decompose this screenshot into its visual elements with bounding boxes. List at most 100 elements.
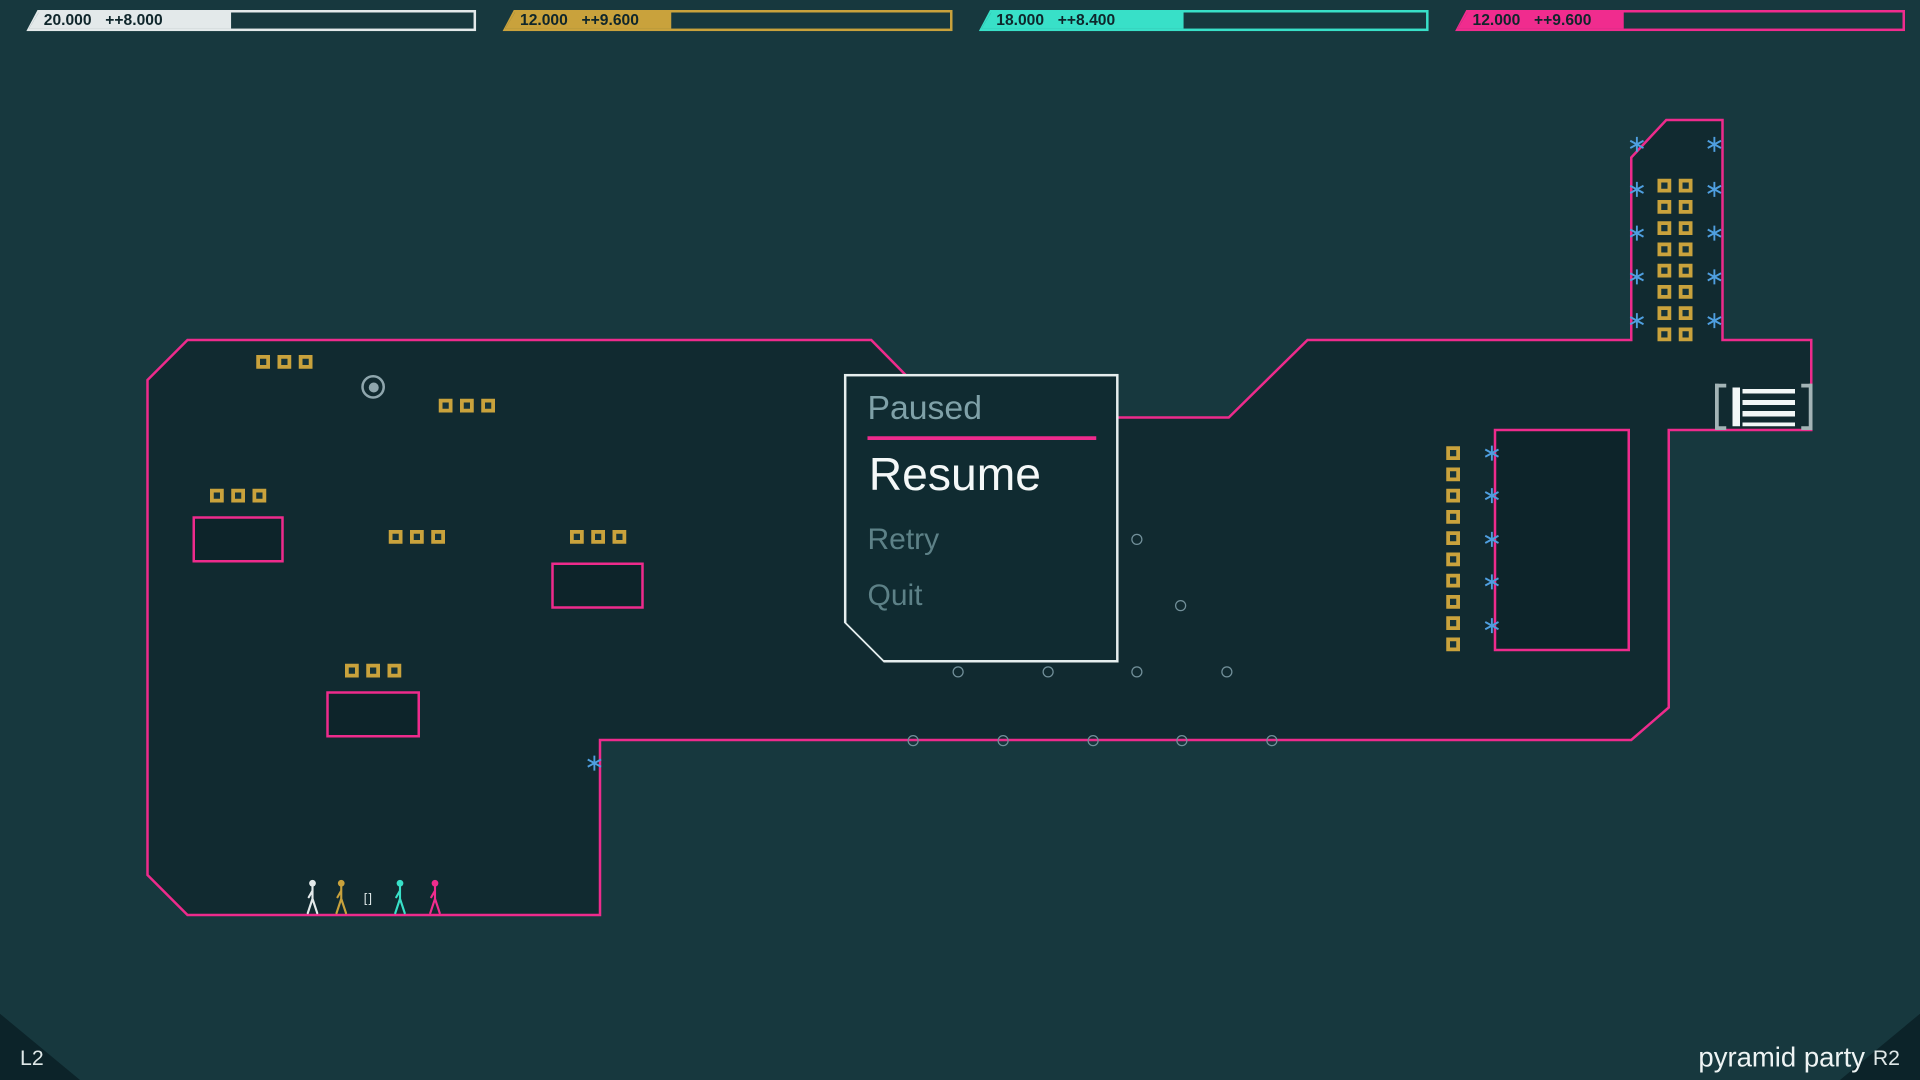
door-stripes — [1742, 388, 1795, 427]
hud-bar-text: 12.000 ++9.600 — [520, 10, 639, 31]
game-stage: [] 20.000 ++8.000 12.000 ++9.600 18.000 ++8.4… — [0, 0, 1920, 1080]
gold-piece — [1657, 285, 1672, 299]
hud-bar-player-4: 12.000 ++9.600 — [1455, 10, 1905, 32]
gold-piece — [591, 530, 605, 544]
mine — [1266, 735, 1278, 747]
drone-icon — [1706, 181, 1722, 197]
mine — [997, 735, 1009, 747]
gold-piece — [612, 530, 627, 544]
gold-piece — [1678, 263, 1693, 278]
pause-menu-panel: Paused Resume Retry Quit — [846, 376, 1116, 660]
hud-bar-text: 20.000 ++8.000 — [44, 10, 163, 31]
gold-piece — [1657, 263, 1672, 278]
door-bracket-right — [1801, 383, 1813, 430]
gold-piece — [298, 355, 313, 369]
gold-piece — [231, 488, 245, 503]
gold-piece — [1657, 221, 1672, 235]
gold-piece — [431, 530, 445, 544]
hud-bonus-value: ++8.000 — [105, 11, 163, 29]
gold-piece — [481, 398, 495, 413]
player-figure-3 — [391, 878, 409, 916]
drone-icon — [1484, 531, 1500, 547]
gold-piece — [210, 488, 224, 503]
hud-bar-player-2: 12.000 ++9.600 — [502, 10, 953, 32]
mine — [952, 666, 964, 678]
gold-piece — [1446, 510, 1460, 524]
mine — [1175, 600, 1187, 612]
player-figure-1 — [304, 878, 322, 916]
drone-icon — [1484, 618, 1500, 634]
gold-piece — [1678, 306, 1693, 320]
mine — [1131, 666, 1143, 678]
gold-piece — [1446, 637, 1460, 652]
hud-score-value: 20.000 — [43, 11, 92, 29]
hud-score-value: 18.000 — [996, 11, 1045, 29]
hud-bonus-value: ++9.600 — [581, 11, 639, 29]
gold-piece — [256, 355, 270, 369]
drone-icon — [1484, 445, 1500, 461]
drone-icon — [1484, 574, 1500, 590]
hud-bar-player-3: 18.000 ++8.400 — [978, 10, 1429, 32]
drone-icon — [586, 755, 602, 771]
menu-item-quit[interactable]: Quit — [868, 579, 1117, 614]
drone-icon — [1629, 225, 1645, 241]
mine — [1221, 666, 1233, 678]
gold-piece — [438, 398, 453, 413]
hud-bonus-value: ++8.400 — [1057, 11, 1116, 29]
player-figure-2 — [333, 878, 351, 916]
door-panel — [1732, 387, 1740, 427]
gold-piece — [1657, 242, 1672, 257]
gold-piece — [1446, 552, 1460, 567]
drone-icon — [1629, 136, 1645, 152]
door-bracket-left — [1715, 383, 1727, 430]
gold-piece — [1446, 488, 1460, 503]
left-trigger-label: L2 — [20, 1046, 44, 1070]
exit-door — [1715, 383, 1813, 430]
hud-bonus-value: ++9.600 — [1534, 11, 1592, 29]
drone-icon — [1629, 313, 1645, 329]
mine — [907, 735, 919, 747]
hud-bar-text: 12.000 ++9.600 — [1473, 10, 1592, 31]
gold-piece — [388, 530, 403, 544]
gold-piece — [252, 488, 267, 503]
mine — [1131, 533, 1143, 545]
pause-menu-underline — [868, 436, 1097, 440]
drone-icon — [1706, 269, 1722, 285]
mine — [1042, 666, 1054, 678]
menu-item-retry[interactable]: Retry — [868, 523, 1117, 558]
gold-piece — [1446, 595, 1460, 609]
hud-bar-player-1: 20.000 ++8.000 — [26, 10, 477, 32]
menu-item-resume[interactable]: Resume — [869, 449, 1117, 502]
turret — [361, 375, 385, 399]
pause-menu-title: Paused — [867, 388, 982, 427]
gold-piece — [410, 530, 424, 544]
gold-piece — [1446, 467, 1460, 482]
hud-bar-text: 18.000 ++8.400 — [996, 10, 1115, 31]
drone-icon — [1629, 269, 1645, 285]
respawn-marker: [] — [363, 892, 374, 907]
gold-piece — [1446, 616, 1460, 630]
gold-piece — [345, 663, 359, 678]
gold-piece — [1678, 242, 1693, 257]
drone-icon — [1706, 136, 1722, 152]
drone-icon — [1484, 488, 1500, 504]
gold-piece — [1678, 178, 1693, 193]
gold-piece — [1678, 200, 1693, 214]
gold-piece — [1657, 327, 1672, 342]
gold-piece — [1657, 306, 1672, 320]
gold-piece — [1446, 573, 1460, 588]
gold-piece — [366, 663, 380, 678]
gold-piece — [1446, 446, 1460, 460]
mine — [1087, 735, 1099, 747]
gold-piece — [1446, 531, 1460, 545]
hud-score-value: 12.000 — [1472, 11, 1521, 29]
gold-piece — [387, 663, 402, 678]
gold-piece — [460, 398, 474, 413]
pause-menu: Paused Resume Retry Quit — [844, 374, 1119, 663]
gold-piece — [1678, 285, 1693, 299]
gold-piece — [570, 530, 584, 544]
level-name: pyramid party — [1698, 1041, 1865, 1073]
gold-piece — [277, 355, 292, 369]
player-figure-4 — [426, 878, 444, 916]
gold-piece — [1657, 200, 1672, 214]
